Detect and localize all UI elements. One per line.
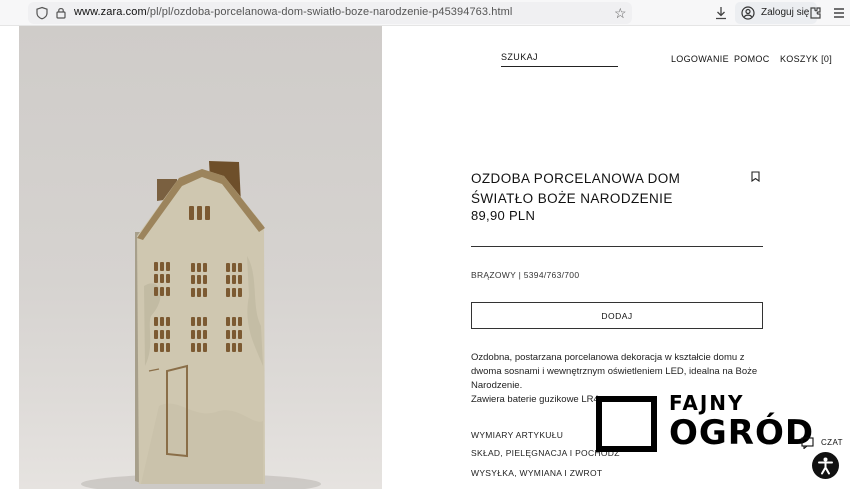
sign-in-button[interactable]: Zaloguj się [735,2,818,24]
shield-icon[interactable] [35,6,49,20]
sign-in-label: Zaloguj się [761,7,810,18]
browser-toolbar: www.zara.com/pl/pl/ozdoba-porcelanowa-do… [0,0,850,26]
lock-icon[interactable] [54,6,68,20]
chat-button[interactable]: CZAT [800,436,846,450]
product-image[interactable] [19,26,382,489]
porcelain-house-image [81,161,321,489]
watermark-line2: OGRÓD [669,413,815,453]
download-icon[interactable] [713,5,729,21]
product-price: 89,90 PLN [471,208,536,223]
watermark-square-icon [596,396,657,452]
star-icon[interactable]: ☆ [614,5,627,21]
accordion-shipping-returns[interactable]: WYSYŁKA, WYMIANA I ZWROT [471,468,602,478]
search-label[interactable]: SZUKAJ [501,52,538,62]
accordion-dimensions[interactable]: WYMIARY ARTYKUŁU [471,430,563,440]
bookmark-icon[interactable] [751,171,760,182]
add-to-cart-button[interactable]: DODAJ [471,302,763,329]
nav-cart[interactable]: KOSZYK [0] [780,54,832,64]
divider [471,246,763,247]
address-bar[interactable]: www.zara.com/pl/pl/ozdoba-porcelanowa-do… [28,2,632,24]
fajny-ogrod-watermark: FAJNY OGRÓD [596,391,815,455]
product-title: OZDOBA PORCELANOWA DOM ŚWIATŁO BOŻE NARO… [471,171,681,206]
url-text[interactable]: www.zara.com/pl/pl/ozdoba-porcelanowa-do… [74,6,512,18]
menu-icon[interactable] [831,5,847,21]
nav-help[interactable]: POMOC [734,54,770,64]
avatar-icon [741,6,755,20]
url-path: /pl/pl/ozdoba-porcelanowa-dom-swiatło-bo… [146,6,513,18]
accessibility-button[interactable] [812,452,839,479]
extensions-icon[interactable] [807,5,823,21]
accessibility-icon [818,457,833,475]
chat-label: CZAT [821,438,843,447]
watermark-line1: FAJNY [669,391,745,415]
url-host: www.zara.com [74,6,147,18]
search-underline [501,66,618,67]
description-paragraph: Ozdobna, postarzana porcelanowa dekoracj… [471,352,758,391]
nav-login[interactable]: LOGOWANIE [671,54,729,64]
color-reference: BRĄZOWY | 5394/763/700 [471,270,580,280]
chat-icon [801,437,814,449]
